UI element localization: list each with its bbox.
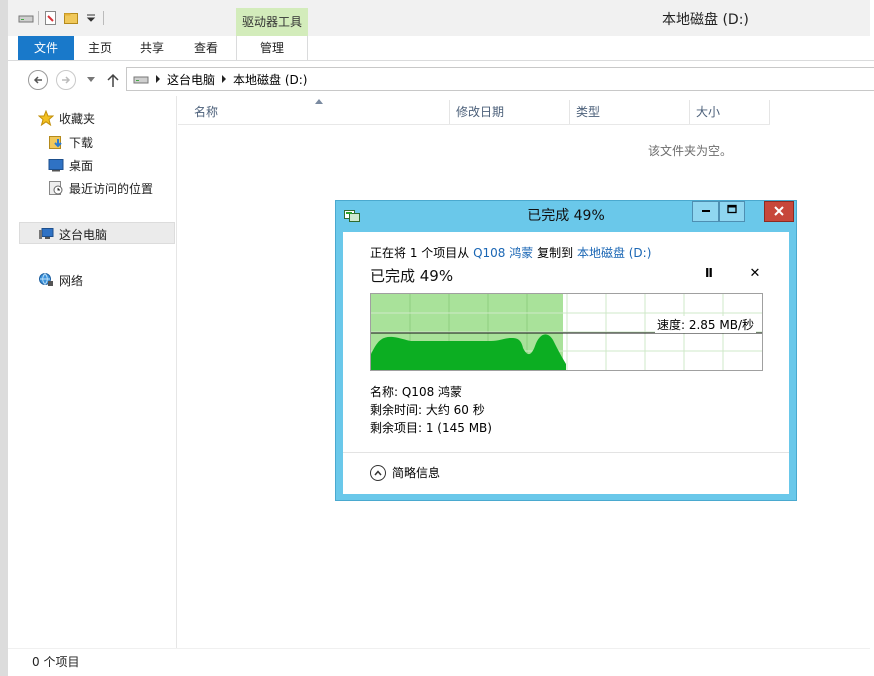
recent-locations-dropdown-icon[interactable] [86,76,96,84]
fewer-details-toggle[interactable]: 简略信息 [370,464,440,481]
dialog-body: 正在将 1 个项目从 Q108 鸿蒙 复制到 本地磁盘 (D:) 已完成 49%… [343,232,789,494]
breadcrumb-this-pc[interactable]: 这台电脑 [167,71,215,88]
nav-recent-places[interactable]: 最近访问的位置 [48,178,153,198]
empty-folder-message: 该文件夹为空。 [648,144,733,158]
pause-button[interactable]: Ⅱ [699,266,719,284]
tab-view[interactable]: 查看 [184,36,228,60]
forward-button[interactable] [56,70,76,90]
drive-icon [133,76,149,84]
column-header-divider [178,124,770,125]
copy-description: 正在将 1 个项目从 Q108 鸿蒙 复制到 本地磁盘 (D:) [370,244,651,261]
back-arrow-icon [33,76,42,84]
nav-recent-label: 最近访问的位置 [69,181,154,196]
destination-link[interactable]: 本地磁盘 (D:) [577,246,651,260]
downloads-folder-icon [49,136,62,149]
forward-arrow-icon [62,76,71,84]
computer-icon [39,228,54,239]
tab-file[interactable]: 文件 [18,36,74,60]
nav-desktop-label: 桌面 [69,158,94,173]
progress-label: 已完成 49% [370,267,454,285]
nav-downloads[interactable]: 下载 [48,132,93,152]
source-link[interactable]: Q108 鸿蒙 [473,246,533,260]
address-bar[interactable]: 这台电脑 本地磁盘 (D:) [126,67,874,91]
star-icon [38,110,54,126]
speed-label: 速度: 2.85 MB/秒 [654,316,756,333]
window-frame-left [0,0,8,676]
column-header-size[interactable]: 大小 [690,100,770,124]
up-arrow-icon[interactable] [106,72,120,88]
pause-icon: Ⅱ [705,266,713,280]
minimize-button[interactable] [692,201,719,222]
close-icon [774,206,784,216]
maximize-button[interactable] [719,201,745,222]
copy-prefix: 正在将 1 个项目从 [370,246,470,260]
navigation-pane: 收藏夹 下载 桌面 最近访问的位置 这台电脑 网络 [8,96,177,648]
copy-mid: 复制到 [537,246,574,260]
breadcrumb-chevron-icon[interactable] [221,75,227,83]
back-button[interactable] [28,70,48,90]
new-folder-icon[interactable] [63,10,79,26]
nav-favorites[interactable]: 收藏夹 [38,108,95,128]
nav-this-pc[interactable]: 这台电脑 [38,224,107,244]
network-icon [39,273,53,286]
navigation-bar: 这台电脑 本地磁盘 (D:) [8,64,874,96]
breadcrumb-chevron-icon[interactable] [155,75,161,83]
transfer-speed-graph: 速度: 2.85 MB/秒 [370,293,763,371]
nav-network[interactable]: 网络 [38,270,83,290]
item-count: 0 个项目 [32,655,80,669]
breadcrumb-local-disk[interactable]: 本地磁盘 (D:) [233,71,307,88]
drive-tools-context-header: 驱动器工具 [236,8,308,36]
status-bar: 0 个项目 [8,648,870,673]
desktop-icon [48,159,64,172]
maximize-icon [727,204,737,214]
nav-desktop[interactable]: 桌面 [48,155,93,175]
column-header-type[interactable]: 类型 [570,100,690,124]
ribbon-tabs: 文件 主页 共享 查看 管理 [8,36,874,61]
cancel-button[interactable]: ✕ [745,266,765,284]
nav-downloads-label: 下载 [69,135,94,150]
items-remaining-line: 剩余项目: 1 (145 MB) [370,421,492,435]
nav-network-label: 网络 [59,273,84,288]
window-title: 本地磁盘 (D:) [662,12,749,28]
tab-home[interactable]: 主页 [78,36,122,60]
column-header-modified[interactable]: 修改日期 [450,100,570,124]
quick-access-toolbar [18,10,104,26]
time-remaining-line: 剩余时间: 大约 60 秒 [370,403,485,417]
column-header-name[interactable]: 名称 [178,100,450,124]
properties-icon[interactable] [43,10,59,26]
minimize-icon [701,210,710,212]
close-button[interactable] [764,201,794,222]
recent-places-icon [49,181,63,195]
tab-share[interactable]: 共享 [130,36,174,60]
explorer-window: 驱动器工具 本地磁盘 (D:) 文件 主页 共享 查看 管理 这台电脑 本地磁盘… [0,0,874,676]
drive-icon[interactable] [18,10,34,26]
nav-this-pc-label: 这台电脑 [59,227,108,242]
file-name-line: 名称: Q108 鸿蒙 [370,385,463,399]
cancel-icon: ✕ [749,266,761,281]
title-bar: 驱动器工具 本地磁盘 (D:) [8,0,870,36]
chevron-up-icon [370,464,386,481]
fewer-details-label: 简略信息 [392,466,441,480]
nav-favorites-label: 收藏夹 [59,111,96,126]
qat-dropdown-icon[interactable] [83,10,99,26]
tab-manage[interactable]: 管理 [236,36,308,60]
copy-progress-dialog: 已完成 49% 正在将 1 个项目从 Q108 鸿蒙 复制到 本地磁盘 (D:)… [335,200,797,501]
dialog-divider [343,452,789,453]
